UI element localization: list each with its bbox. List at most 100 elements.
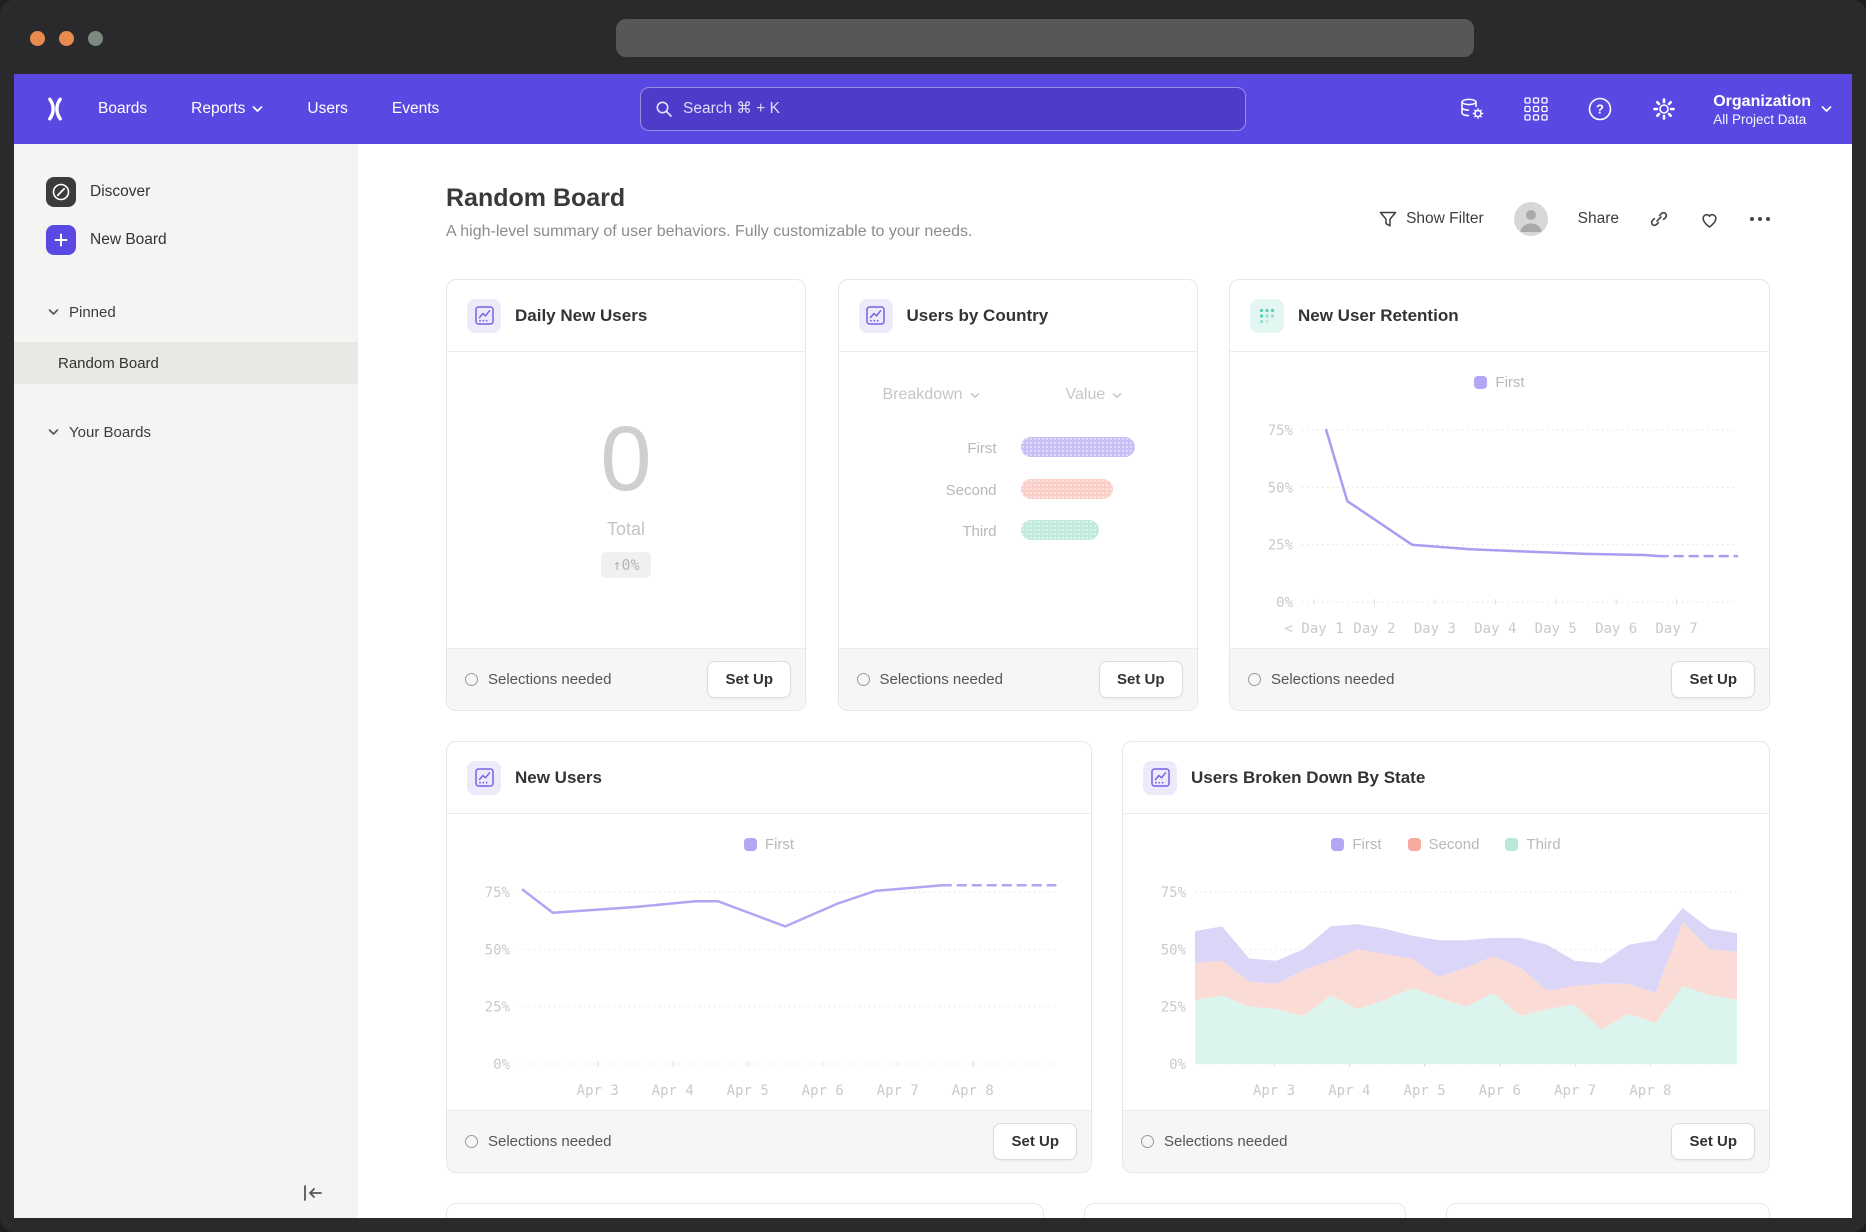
settings-gear-icon[interactable] [1649,94,1679,124]
set-up-button[interactable]: Set Up [1671,661,1755,698]
metric-value: 0 [600,413,651,505]
more-options-button[interactable] [1750,217,1770,221]
browser-address-bar[interactable] [616,19,1474,57]
org-name: Organization [1713,92,1811,112]
card-insights-report: Insights Report [1084,1203,1406,1218]
svg-text:0%: 0% [493,1057,510,1073]
sidebar: Discover New Board Pinned Random Board [14,144,358,1218]
org-switcher[interactable]: Organization All Project Data [1713,92,1832,127]
data-management-icon[interactable] [1457,94,1487,124]
board-main: Random Board A high-level summary of use… [358,144,1852,1218]
legend-label: Third [1526,836,1560,853]
svg-text:75%: 75% [1161,885,1187,901]
share-label: Share [1578,210,1619,228]
chart-legend: First [447,836,1091,853]
svg-text:Apr 3: Apr 3 [577,1083,619,1099]
set-up-button[interactable]: Set Up [993,1123,1077,1160]
window-close-button[interactable] [30,31,45,46]
status-circle-icon [1248,673,1261,686]
line-chart-icon [467,761,501,795]
apps-grid-icon[interactable] [1521,94,1551,124]
card-new-users: New Users First 75%50%25%0%Apr 3Apr 4Apr… [446,741,1092,1173]
card-active-users: Active Users [1446,1203,1770,1218]
set-up-button[interactable]: Set Up [1099,661,1183,698]
search-icon [655,100,673,118]
value-dropdown[interactable]: Value [1066,386,1123,404]
svg-text:75%: 75% [485,885,511,901]
svg-text:< Day 1: < Day 1 [1285,621,1344,637]
line-chart-icon [1143,761,1177,795]
sidebar-section-your-boards[interactable]: Your Boards [14,412,358,452]
value-label: Value [1066,386,1106,404]
app-window: Boards Reports Users Events [0,0,1866,1232]
global-search[interactable] [640,87,1246,131]
share-button[interactable]: Share [1578,210,1619,228]
chart-legend: First [1230,374,1769,391]
line-chart-icon [859,299,893,333]
legend-swatch-first [1331,838,1344,851]
nav-item-events[interactable]: Events [392,100,439,118]
avatar[interactable] [1514,202,1548,236]
legend-label: First [1352,836,1381,853]
bar-row-label: Third [962,523,996,540]
show-filter-button[interactable]: Show Filter [1379,210,1484,228]
card-users-by-country: Users by Country Breakdown Value F [838,279,1198,711]
legend-label: First [1495,374,1524,391]
chevron-down-icon [48,428,59,436]
svg-text:?: ? [1596,102,1604,117]
sidebar-section-label: Pinned [69,304,116,321]
svg-text:Day 2: Day 2 [1353,621,1395,637]
svg-text:75%: 75% [1268,423,1294,439]
status-circle-icon [465,1135,478,1148]
copy-link-button[interactable] [1649,209,1669,229]
card-title: Daily New Users [515,306,647,326]
help-icon[interactable]: ? [1585,94,1615,124]
bar-first [1021,437,1135,457]
sidebar-item-random-board[interactable]: Random Board [14,342,358,384]
breakdown-dropdown[interactable]: Breakdown [883,386,980,404]
sidebar-section-label: Your Boards [69,424,151,441]
nav-item-users[interactable]: Users [307,100,347,118]
status-text: Selections needed [488,671,697,688]
page-title: Random Board [446,184,972,213]
sidebar-item-label: Discover [90,183,150,201]
sidebar-item-new-board[interactable]: New Board [14,216,358,264]
search-input[interactable] [683,100,1231,118]
set-up-button[interactable]: Set Up [707,661,791,698]
status-text: Selections needed [1271,671,1661,688]
nav-item-reports[interactable]: Reports [191,100,263,118]
window-minimize-button[interactable] [59,31,74,46]
favorite-button[interactable] [1699,210,1720,229]
svg-text:25%: 25% [485,1000,511,1016]
set-up-button[interactable]: Set Up [1671,1123,1755,1160]
svg-text:Day 6: Day 6 [1595,621,1637,637]
card-title: Users by Country [907,306,1049,326]
sidebar-section-pinned[interactable]: Pinned [14,292,358,332]
window-zoom-button[interactable] [88,31,103,46]
person-icon [1514,202,1548,236]
retention-chart: 75%50%25%0%< Day 1Day 2Day 3Day 4Day 5Da… [1246,404,1755,644]
status-text: Selections needed [880,671,1089,688]
svg-text:Apr 8: Apr 8 [1629,1083,1671,1099]
bar-second [1021,479,1113,499]
card-daily-new-users: Daily New Users 0 Total ↑0% Selections n… [446,279,806,711]
nav-item-label: Reports [191,100,245,118]
svg-text:Apr 5: Apr 5 [1404,1083,1446,1099]
window-titlebar [0,0,1866,74]
svg-text:Apr 5: Apr 5 [727,1083,769,1099]
chevron-down-icon [252,105,263,113]
svg-text:Apr 7: Apr 7 [877,1083,919,1099]
svg-text:Apr 6: Apr 6 [802,1083,844,1099]
metric-label: Total [607,519,645,540]
sidebar-collapse-icon[interactable] [302,1184,324,1202]
chevron-down-icon [970,392,980,399]
page-subtitle: A high-level summary of user behaviors. … [446,223,972,241]
nav-item-boards[interactable]: Boards [98,100,147,118]
svg-text:Day 3: Day 3 [1414,621,1456,637]
sidebar-item-discover[interactable]: Discover [14,168,358,216]
bar-row-label: First [967,440,996,457]
mixpanel-logo-icon[interactable] [42,96,68,122]
svg-text:25%: 25% [1268,538,1294,554]
plus-icon [46,225,76,255]
sidebar-item-label: New Board [90,231,167,249]
